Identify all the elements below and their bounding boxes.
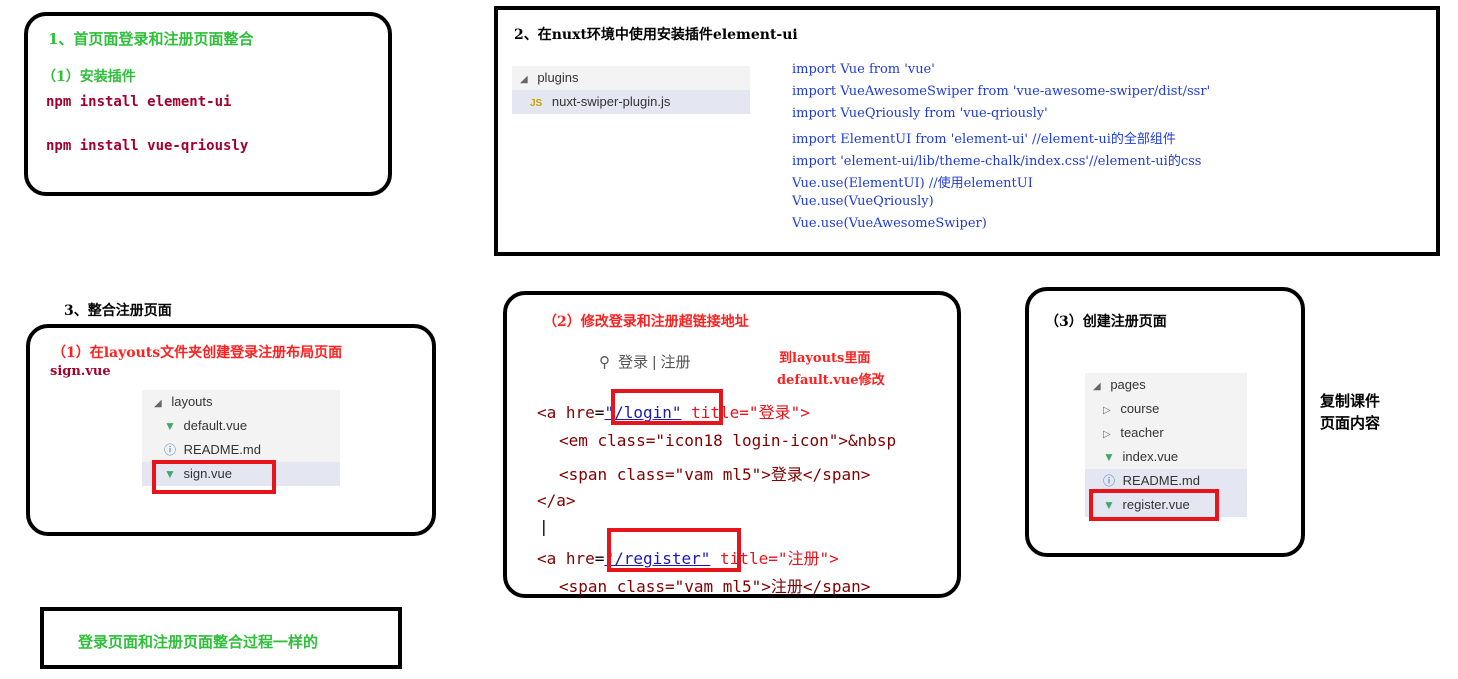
tree-file-default-vue[interactable]: ▼ default.vue [142,414,340,438]
step2-title: 2、在nuxt环境中使用安装插件element-ui [514,27,798,43]
tree-file-label: README.md [183,442,261,457]
tree-file-readme[interactable]: ⓘ README.md [142,438,340,462]
info-icon: ⓘ [1103,474,1116,488]
side-note-line2: 页面内容 [1320,414,1381,432]
step5-title: （3）创建注册页面 [1045,314,1167,330]
caret-down-icon: ◢ [1093,381,1101,392]
js-file-icon: JS [530,98,543,109]
tree-folder-label: plugins [537,70,579,85]
step1-panel: 1、首页面登录和注册页面整合 （1）安装插件 npm install eleme… [24,12,392,196]
vue-file-icon: ▼ [164,419,176,433]
tree-folder-label: course [1120,401,1160,416]
footer-panel: 登录页面和注册页面整合过程一样的 [40,607,402,669]
step5-panel: （3）创建注册页面 ◢ pages ▷ course ▷ teacher ▼ i… [1025,287,1305,557]
step4-title: （2）修改登录和注册超链接地址 [543,314,749,330]
login-href-highlight [611,389,723,425]
code-token: <a hre [537,549,595,568]
tree-folder-teacher[interactable]: ▷ teacher [1085,421,1247,445]
tree-folder-layouts[interactable]: ◢ layouts [142,390,340,414]
code-line: import Vue from 'vue' [792,62,935,77]
tree-file-swiper-plugin[interactable]: JS nuxt-swiper-plugin.js [512,90,750,114]
step3-sub-line2: sign.vue [50,364,111,379]
npm-command-qriously: npm install vue-qriously [46,138,249,154]
code-line-a-close: </a> [537,491,576,510]
caret-right-icon: ▷ [1103,405,1111,416]
code-line: import ElementUI from 'element-ui' //ele… [792,132,1176,147]
tree-file-label: README.md [1122,473,1200,488]
step3-panel: （1）在layouts文件夹创建登录注册布局页面 sign.vue ◢ layo… [26,324,436,536]
code-line: import 'element-ui/lib/theme-chalk/index… [792,154,1202,169]
tree-folder-plugins[interactable]: ◢ plugins [512,66,750,90]
step3-title: 3、整合注册页面 [64,303,172,319]
login-register-widget: ⚲ 登录 | 注册 [599,351,690,372]
caret-right-icon: ▷ [1103,429,1111,440]
note-line2: default.vue修改 [777,373,885,388]
code-line: Vue.use(VueAwesomeSwiper) [792,216,987,231]
tree-file-label: nuxt-swiper-plugin.js [551,94,671,109]
plugins-file-tree: ◢ plugins JS nuxt-swiper-plugin.js [512,66,750,114]
code-token: = [594,403,605,422]
user-icon: ⚲ [599,354,610,371]
code-line-span-register: <span class="vam ml5">注册</span> [559,577,871,596]
tree-folder-course[interactable]: ▷ course [1085,397,1247,421]
footer-text: 登录页面和注册页面整合过程一样的 [78,633,319,651]
tree-file-index-vue[interactable]: ▼ index.vue [1085,445,1247,469]
tree-folder-label: pages [1110,377,1146,392]
login-link[interactable]: 登录 [618,354,648,371]
code-line-span-login: <span class="vam ml5">登录</span> [559,465,871,484]
caret-down-icon: ◢ [154,398,162,409]
step2-panel: 2、在nuxt环境中使用安装插件element-ui ◢ plugins JS … [494,6,1440,256]
code-line: import VueQriously from 'vue-qriously' [792,106,1048,121]
step1-subtitle: （1）安装插件 [42,69,136,85]
code-token: = [594,549,605,568]
code-token: <a hre [537,403,595,422]
register-vue-highlight [1089,489,1219,521]
tree-file-label: index.vue [1122,449,1179,464]
tree-file-label: default.vue [183,418,248,433]
npm-command-element-ui: npm install element-ui [46,94,232,110]
tree-folder-label: layouts [171,394,213,409]
code-line-em: <em class="icon18 login-icon">&nbsp [559,431,897,450]
side-note-line1: 复制课件 [1320,392,1381,410]
step3-sub-line1: （1）在layouts文件夹创建登录注册布局页面 [52,345,343,361]
tree-folder-label: teacher [1120,425,1164,440]
register-link[interactable]: 注册 [660,354,690,371]
step1-title: 1、首页面登录和注册页面整合 [48,30,254,48]
info-icon: ⓘ [164,443,177,457]
note-line1: 到layouts里面 [779,351,871,366]
code-line: import VueAwesomeSwiper from 'vue-awesom… [792,84,1211,99]
tree-folder-pages[interactable]: ◢ pages [1085,373,1247,397]
register-href-highlight [607,528,741,572]
login-separator: | [652,354,657,371]
text-cursor: | [539,517,549,536]
code-line: Vue.use(VueQriously) [792,194,934,209]
vue-file-icon: ▼ [1103,450,1115,464]
sign-vue-highlight [152,460,276,494]
caret-down-icon: ◢ [520,74,528,85]
code-line: Vue.use(ElementUI) //使用elementUI [792,176,1033,191]
step4-panel: （2）修改登录和注册超链接地址 ⚲ 登录 | 注册 到layouts里面 def… [503,291,961,598]
